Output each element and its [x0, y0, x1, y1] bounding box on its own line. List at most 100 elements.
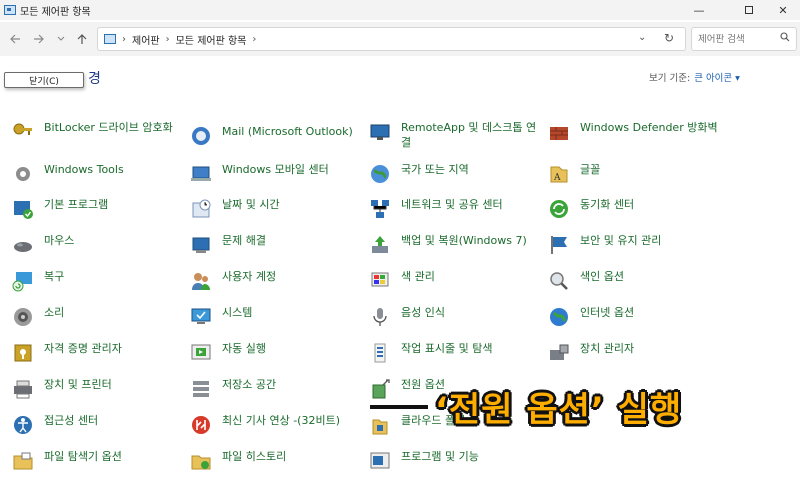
breadcrumb-separator-icon: ›	[165, 33, 170, 45]
printer-icon	[14, 380, 32, 399]
item-remoteapp[interactable]: RemoteApp 및 데스크톱 연결	[369, 120, 539, 150]
item-taskbar[interactable]: 작업 표시줄 및 탐색	[369, 341, 539, 364]
item-date-time[interactable]: 날짜 및 시간	[190, 197, 360, 220]
item-file-explorer-options[interactable]: 파일 탐색기 옵션	[12, 449, 182, 472]
power-icon	[372, 379, 390, 399]
internet-options-icon	[550, 308, 568, 326]
search-input[interactable]	[698, 33, 774, 45]
item-internet-options[interactable]: 인터넷 옵션	[548, 305, 718, 328]
breadcrumb-separator-icon: ›	[252, 33, 257, 45]
item-indexing[interactable]: 색인 옵션	[548, 269, 718, 292]
view-by: 보기 기준: 큰 아이콘 ▾	[649, 70, 740, 84]
item-news[interactable]: 최신 기사 연상 -(32비트)	[190, 413, 360, 436]
device-manager-icon	[550, 344, 569, 360]
date-time-icon	[192, 199, 211, 218]
item-file-history[interactable]: 파일 히스토리	[190, 449, 360, 472]
file-history-icon	[191, 455, 211, 470]
taskbar-icon	[374, 343, 386, 363]
minimize-button[interactable]: —	[676, 0, 722, 20]
user-accounts-icon	[192, 273, 210, 290]
programs-icon	[370, 452, 390, 469]
recovery-icon	[12, 272, 32, 292]
back-button[interactable]	[4, 28, 26, 50]
item-mail[interactable]: Mail (Microsoft Outlook)	[190, 124, 360, 147]
item-mobility-center[interactable]: Windows 모바일 센터	[190, 162, 360, 185]
address-bar[interactable]: › 제어판 › 모든 제어판 항목 › ⌄ ↻	[97, 27, 686, 51]
close-window-button[interactable]: ✕	[760, 0, 800, 20]
item-firewall[interactable]: Windows Defender 방화벽	[548, 120, 718, 143]
default-programs-icon	[14, 201, 33, 219]
view-by-selector[interactable]: 큰 아이콘 ▾	[694, 73, 740, 84]
refresh-icon[interactable]: ↻	[664, 31, 674, 45]
item-bitlocker[interactable]: BitLocker 드라이브 암호화	[12, 120, 182, 143]
accessibility-icon	[14, 416, 32, 434]
item-system[interactable]: 시스템	[190, 305, 360, 328]
bitlocker-icon	[13, 123, 32, 135]
annotation-caption: ‘전원 옵션’ 실행	[435, 390, 683, 430]
up-arrow-icon	[77, 34, 87, 44]
storage-icon	[193, 381, 209, 397]
search-icon	[780, 32, 790, 42]
item-ease-of-access[interactable]: 접근성 센터	[12, 413, 182, 436]
control-panel-app-icon	[4, 5, 16, 15]
item-autoplay[interactable]: 자동 실행	[190, 341, 360, 364]
sound-icon	[14, 308, 32, 326]
control-panel-icon	[104, 34, 116, 44]
recent-locations-button[interactable]	[50, 28, 72, 50]
item-speech[interactable]: 음성 인식	[369, 305, 539, 328]
item-windows-tools[interactable]: Windows Tools	[12, 162, 182, 185]
forward-arrow-icon	[34, 34, 44, 44]
breadcrumb-control-panel[interactable]: 제어판	[132, 32, 160, 47]
mail-icon	[192, 127, 210, 145]
region-icon	[371, 165, 389, 183]
item-programs-features[interactable]: 프로그램 및 기능	[369, 449, 539, 472]
window-title: 모든 제어판 항목	[20, 6, 91, 18]
svg-text:A: A	[553, 173, 561, 183]
mobility-center-icon	[191, 166, 211, 181]
item-security-maintenance[interactable]: 보안 및 유지 관리	[548, 233, 718, 256]
backup-icon	[372, 236, 388, 253]
security-flag-icon	[551, 236, 567, 254]
item-network[interactable]: 네트워크 및 공유 센터	[369, 197, 539, 220]
item-credential-manager[interactable]: 자격 증명 관리자	[12, 341, 182, 364]
breadcrumb-separator-icon: ›	[122, 33, 126, 45]
item-region[interactable]: 국가 또는 지역	[369, 162, 539, 185]
credential-icon	[14, 344, 32, 362]
cloud-folder-icon	[372, 419, 388, 435]
item-sound[interactable]: 소리	[12, 305, 182, 328]
item-fonts[interactable]: A 글꼴	[548, 162, 718, 185]
item-backup[interactable]: 백업 및 복원(Windows 7)	[369, 233, 539, 256]
navigation-bar: › 제어판 › 모든 제어판 항목 › ⌄ ↻	[0, 22, 800, 56]
news-icon	[192, 416, 210, 434]
forward-button[interactable]	[28, 28, 50, 50]
item-sync-center[interactable]: 동기화 센터	[548, 197, 718, 220]
up-button[interactable]	[71, 28, 93, 50]
mouse-icon	[14, 242, 32, 252]
folder-options-icon	[13, 452, 33, 470]
sync-center-icon	[550, 200, 568, 218]
item-default-programs[interactable]: 기본 프로그램	[12, 197, 182, 220]
search-box[interactable]	[691, 27, 797, 51]
troubleshoot-icon	[192, 237, 210, 253]
chevron-down-icon	[57, 36, 65, 41]
item-device-manager[interactable]: 장치 관리자	[548, 341, 718, 364]
view-by-label: 보기 기준:	[649, 73, 691, 84]
windows-tools-icon	[16, 167, 30, 181]
item-storage-spaces[interactable]: 저장소 공간	[190, 377, 360, 400]
page-heading: 경	[88, 71, 101, 87]
item-user-accounts[interactable]: 사용자 계정	[190, 269, 360, 292]
back-arrow-icon	[10, 34, 20, 44]
item-recovery[interactable]: 복구	[12, 269, 182, 292]
fonts-icon: A	[550, 166, 568, 183]
item-mouse[interactable]: 마우스	[12, 233, 182, 256]
item-devices-printers[interactable]: 장치 및 프린터	[12, 377, 182, 400]
firewall-icon	[550, 127, 568, 140]
remoteapp-icon	[370, 124, 390, 140]
close-menu-item[interactable]: 닫기(C)	[4, 72, 84, 88]
breadcrumb-all-items[interactable]: 모든 제어판 항목	[176, 32, 247, 47]
system-icon	[191, 308, 211, 324]
maximize-icon	[745, 6, 753, 14]
item-color-management[interactable]: 색 관리	[369, 269, 539, 292]
address-dropdown-icon[interactable]: ⌄	[638, 32, 646, 43]
item-troubleshoot[interactable]: 문제 해결	[190, 233, 360, 256]
